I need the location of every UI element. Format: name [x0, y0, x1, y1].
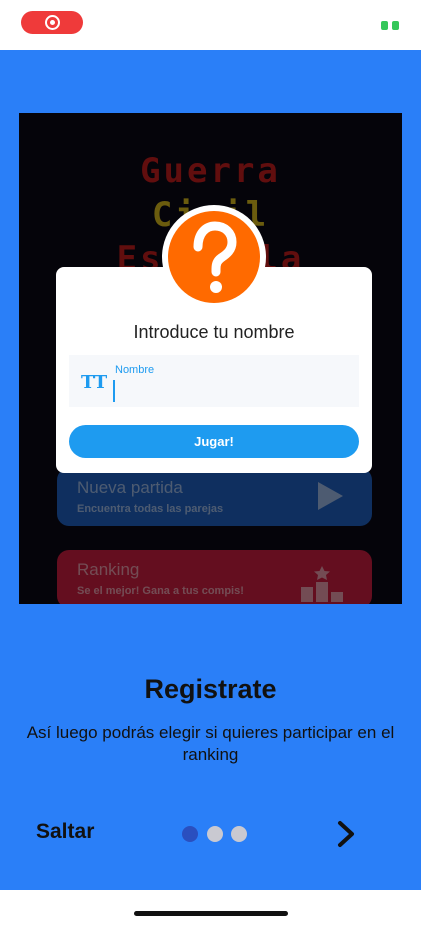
name-field-label: Nombre: [115, 364, 155, 376]
battery-icon: [381, 21, 401, 30]
onboarding-heading: Registrate: [144, 674, 277, 704]
status-bar: [0, 0, 421, 50]
page-dot-1[interactable]: [182, 826, 198, 842]
skip-button[interactable]: Saltar: [36, 820, 94, 844]
dialog-title: Introduce tu nombre: [133, 322, 295, 342]
chevron-right-icon: [338, 821, 354, 847]
question-badge: [162, 205, 266, 309]
description-line-1: Así luego podrás elegir si quieres parti…: [26, 723, 395, 742]
question-mark-icon: [193, 221, 237, 293]
page-dot-3[interactable]: [231, 826, 247, 842]
onboarding-description: Así luego podrás elegir si quieres parti…: [0, 722, 421, 766]
home-indicator: [134, 911, 288, 916]
record-icon: [45, 15, 60, 30]
play-button[interactable]: Jugar!: [69, 425, 359, 458]
text-format-icon: TT: [81, 372, 108, 393]
next-button[interactable]: [332, 816, 362, 852]
screen-recording-indicator[interactable]: [21, 11, 83, 34]
description-line-2: ranking: [182, 745, 239, 764]
name-input[interactable]: [113, 380, 349, 402]
page-dot-2[interactable]: [207, 826, 223, 842]
name-field[interactable]: TT Nombre: [69, 355, 359, 407]
